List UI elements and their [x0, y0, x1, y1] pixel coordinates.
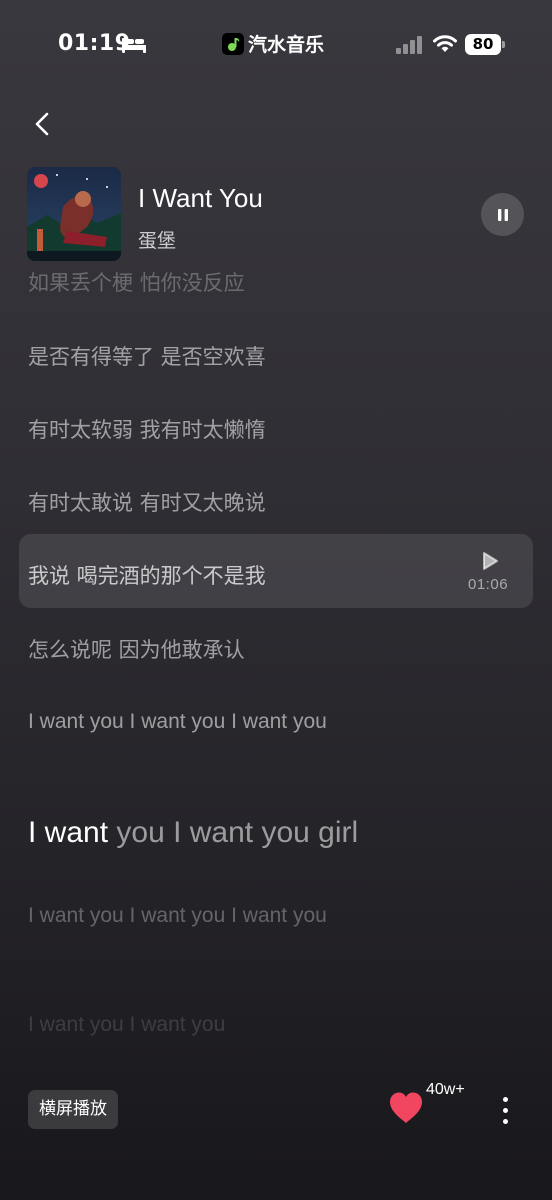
play-from-here-icon[interactable]: [480, 551, 500, 571]
lyric-line[interactable]: 是否有得等了 是否空欢喜: [28, 341, 266, 371]
heart-icon[interactable]: [387, 1090, 425, 1126]
more-dot: [502, 1118, 508, 1124]
wifi-icon: [433, 35, 457, 52]
active-lyric-unsung: you I want you girl: [108, 816, 359, 849]
lyric-line-upcoming[interactable]: I want you I want you I want you: [28, 898, 358, 933]
landscape-play-button[interactable]: 横屏播放: [28, 1090, 118, 1129]
chevron-left-icon: [35, 112, 49, 136]
more-options-button[interactable]: [491, 1092, 519, 1128]
app-indicator: 汽水音乐: [222, 30, 324, 57]
lyric-line[interactable]: 有时太软弱 我有时太懒惰: [28, 414, 266, 444]
status-time: 01:19: [58, 31, 131, 56]
lyric-timestamp: 01:06: [468, 576, 509, 593]
app-logo-icon: [222, 32, 244, 55]
cellular-signal-icon: [396, 36, 422, 54]
album-cover-image: [27, 167, 121, 261]
lyric-line[interactable]: I want you I want you I want you: [28, 704, 358, 739]
lyric-line-faded[interactable]: 如果丢个梗 怕你没反应: [28, 267, 245, 297]
song-title: I Want You: [138, 183, 263, 213]
sleep-mode-icon: [122, 38, 146, 53]
more-dot: [502, 1107, 508, 1113]
back-button[interactable]: [24, 106, 60, 142]
current-lyric-line[interactable]: 我说 喝完酒的那个不是我: [28, 560, 266, 590]
battery-level: 80: [465, 34, 501, 55]
album-art[interactable]: [27, 167, 121, 261]
battery-tip: [502, 41, 505, 48]
lyric-line[interactable]: 有时太敢说 有时又太晚说: [28, 487, 266, 517]
like-count: 40w+: [426, 1081, 465, 1098]
active-lyric-sung: I want: [28, 816, 109, 849]
battery-indicator: 80: [465, 34, 505, 55]
artist-name[interactable]: 蛋堡: [138, 226, 176, 253]
pause-button[interactable]: [481, 193, 524, 236]
app-name: 汽水音乐: [248, 34, 325, 56]
lyric-line[interactable]: 怎么说呢 因为他敢承认: [28, 634, 245, 664]
active-lyric-line[interactable]: I want you I want you girl: [28, 816, 358, 850]
more-dot: [502, 1096, 508, 1102]
lyric-line-upcoming[interactable]: I want you I want you: [28, 1007, 358, 1042]
pause-icon: [497, 208, 508, 221]
status-bar: 01:19 汽水音乐 80: [0, 0, 552, 90]
